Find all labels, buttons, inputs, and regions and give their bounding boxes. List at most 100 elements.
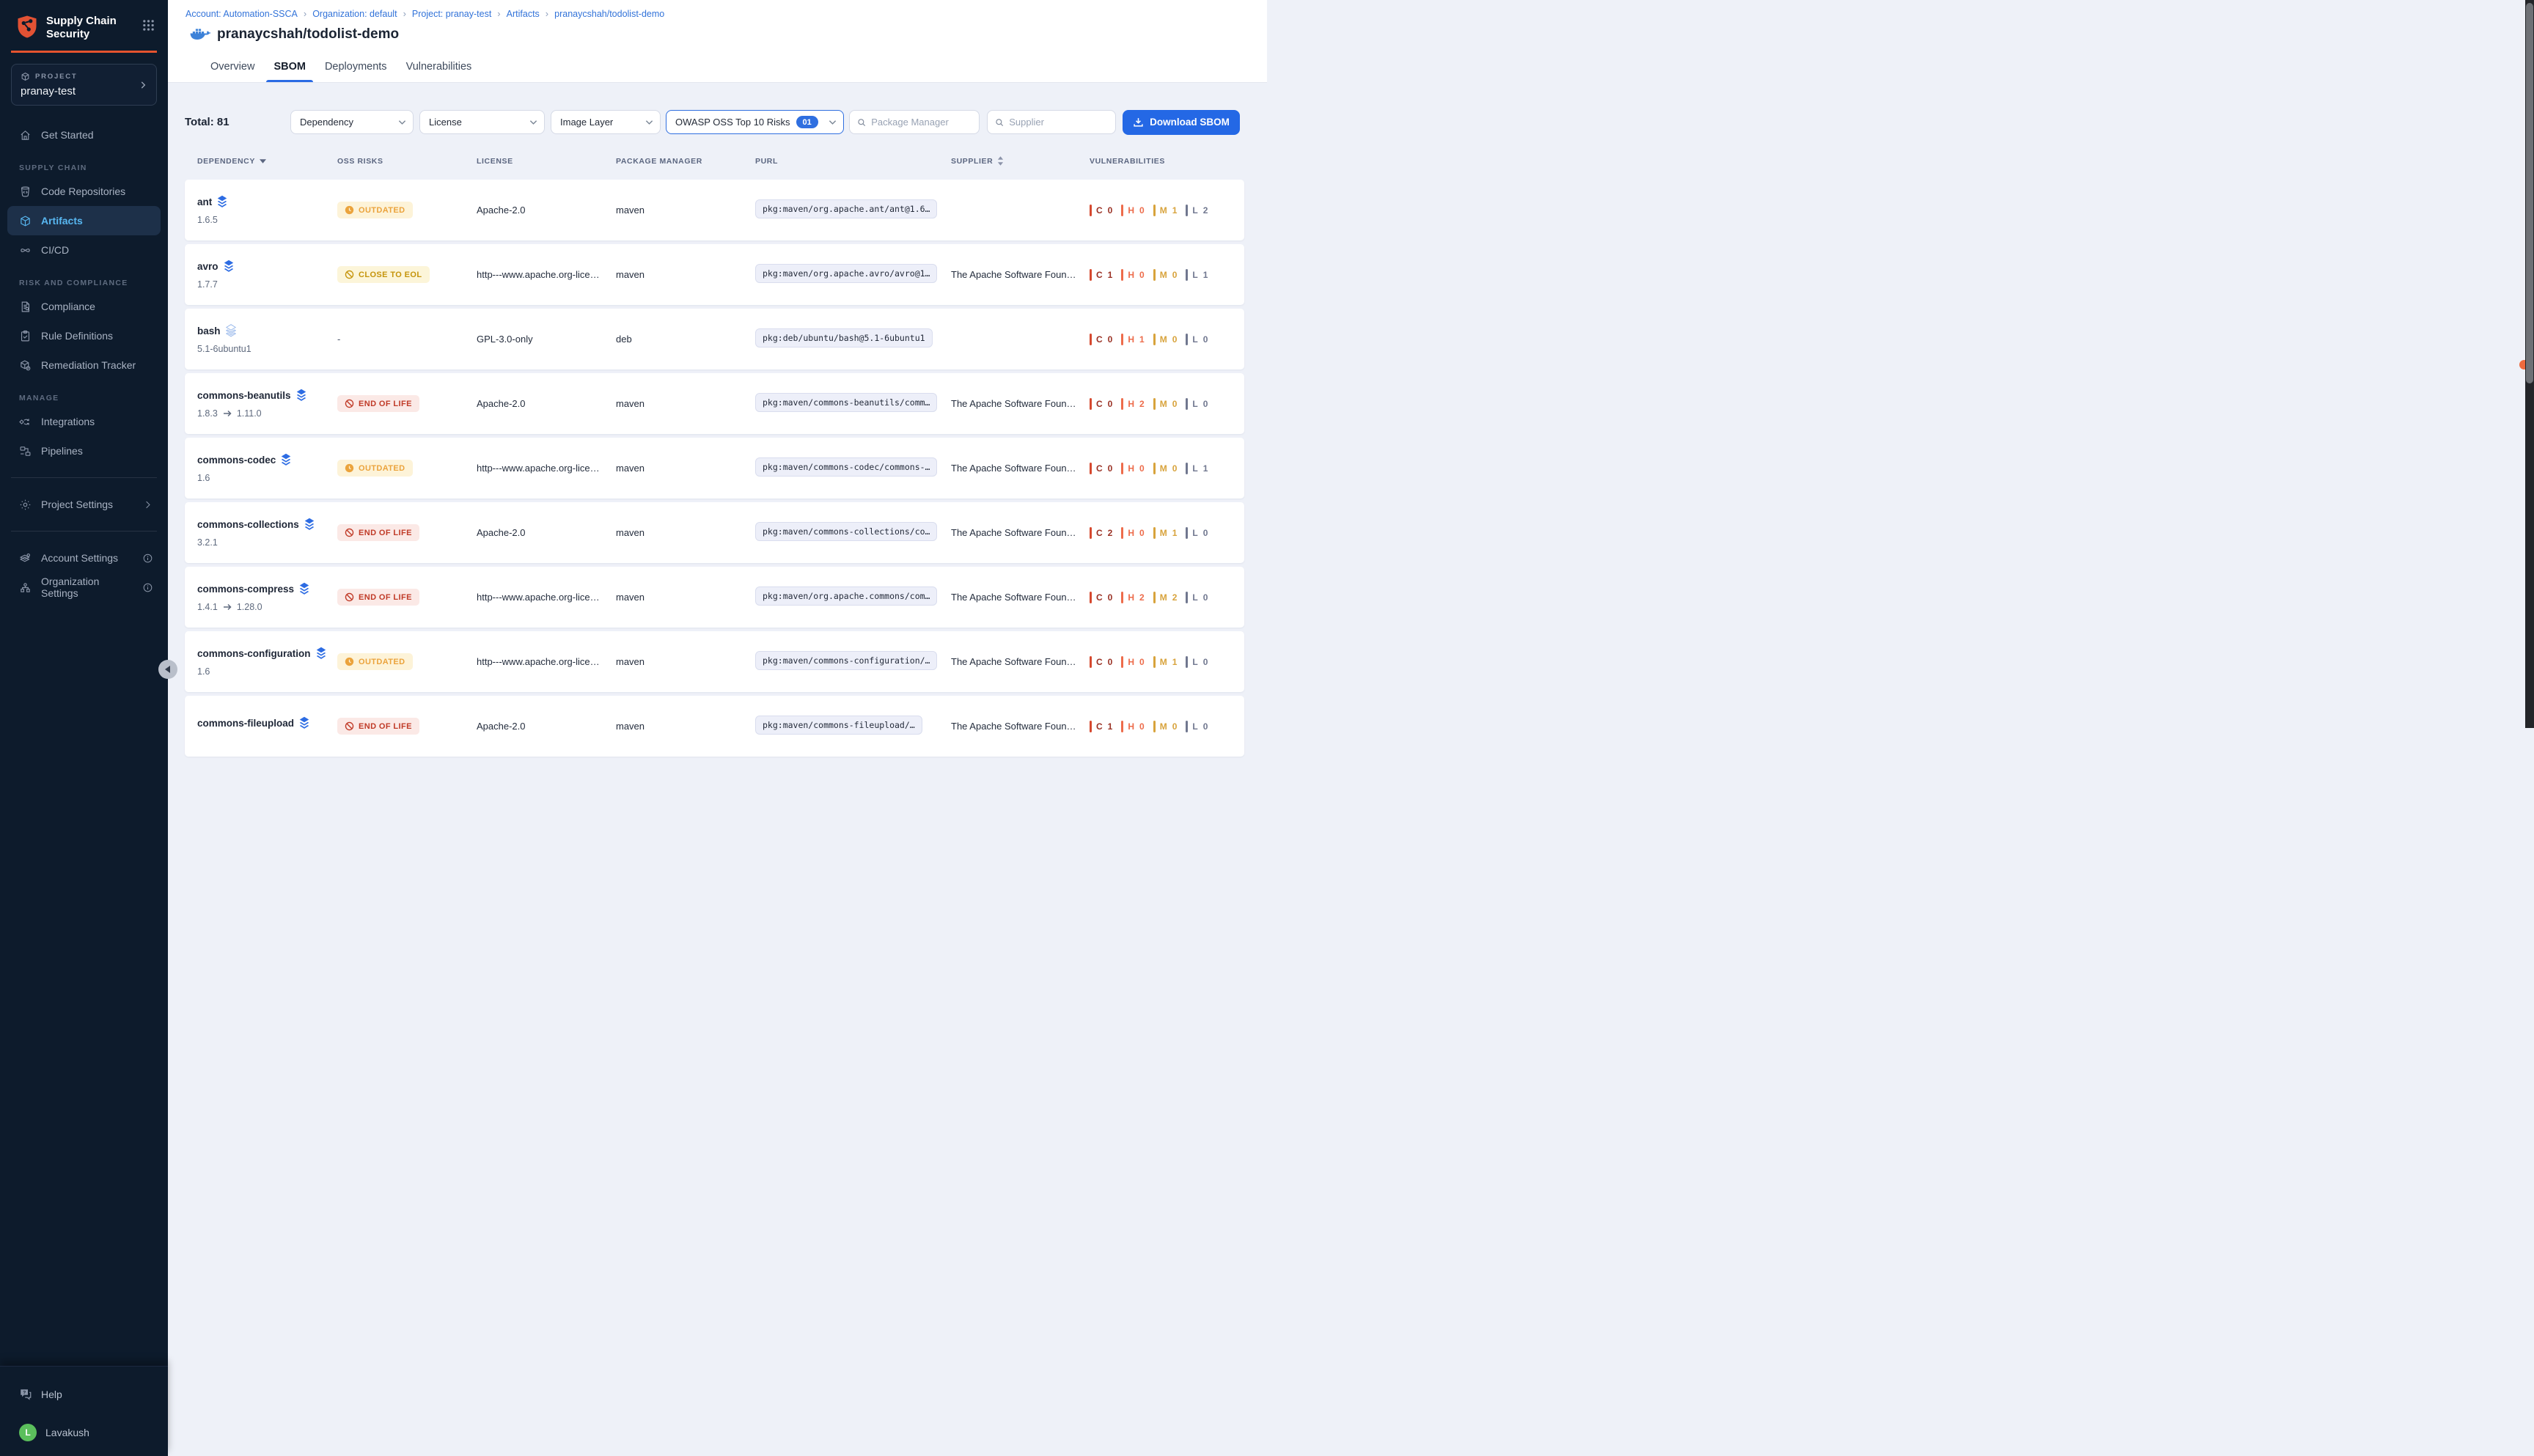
dependency-filter-dropdown[interactable]: Dependency bbox=[290, 110, 414, 134]
tab-overview[interactable]: Overview bbox=[210, 51, 254, 82]
high-bar bbox=[1121, 527, 1123, 539]
table-row[interactable]: commons-configuration 1.6 bbox=[185, 631, 1244, 692]
table-row[interactable]: commons-beanutils 1.8.3 bbox=[185, 373, 1244, 434]
sidebar-item-organization-settings[interactable]: Organization Settings bbox=[0, 573, 168, 602]
medium-bar bbox=[1153, 205, 1156, 216]
dependency-cell: ant 1.6.5 bbox=[197, 195, 337, 225]
purl-value[interactable]: pkg:maven/commons-fileupload/… bbox=[755, 716, 922, 735]
tab-deployments[interactable]: Deployments bbox=[325, 51, 387, 82]
project-box-icon bbox=[21, 72, 30, 81]
breadcrumb-account[interactable]: Account: Automation-SSCA bbox=[186, 9, 298, 19]
sidebar-item-remediation-tracker[interactable]: Remediation Tracker bbox=[0, 350, 168, 380]
sidebar-item-integrations[interactable]: Integrations bbox=[0, 407, 168, 436]
medium-count: M1 bbox=[1153, 656, 1178, 668]
info-icon[interactable] bbox=[142, 582, 153, 593]
info-icon[interactable] bbox=[142, 553, 153, 564]
purl-value[interactable]: pkg:maven/org.apache.commons/com… bbox=[755, 587, 937, 606]
vulnerabilities-cell: C0 H1 M0 L0 bbox=[1090, 334, 1244, 345]
oss-risk-label: CLOSE TO EOL bbox=[359, 271, 422, 279]
sidebar-item-get-started[interactable]: Get Started bbox=[0, 120, 168, 150]
breadcrumb-current[interactable]: pranaycshah/todolist-demo bbox=[554, 9, 664, 19]
user-menu[interactable]: L Lavakush bbox=[0, 1419, 168, 1446]
sidebar-item-pipelines[interactable]: Pipelines bbox=[0, 436, 168, 466]
critical-bar bbox=[1090, 269, 1092, 281]
sidebar-item-code-repositories[interactable]: Code Repositories bbox=[0, 177, 168, 206]
project-selector[interactable]: PROJECT pranay-test bbox=[11, 64, 157, 106]
medium-bar bbox=[1153, 527, 1156, 539]
low-bar bbox=[1186, 656, 1188, 668]
dependency-cell: commons-fileupload bbox=[197, 716, 337, 736]
tab-vulnerabilities[interactable]: Vulnerabilities bbox=[406, 51, 472, 82]
dependency-name: avro bbox=[197, 261, 218, 272]
oss-risk-badge: END OF LIFE bbox=[337, 395, 419, 412]
column-header-license: License bbox=[477, 156, 616, 166]
package-manager-cell: maven bbox=[616, 269, 755, 280]
license-filter-dropdown[interactable]: License bbox=[419, 110, 545, 134]
table-row[interactable]: commons-compress 1.4.1 bbox=[185, 567, 1244, 628]
sidebar-item-account-settings[interactable]: Account Settings bbox=[0, 543, 168, 573]
column-header-supplier[interactable]: Supplier bbox=[951, 156, 1090, 166]
table-row[interactable]: ant 1.6.5 bbox=[185, 180, 1244, 240]
breadcrumb-organization[interactable]: Organization: default bbox=[312, 9, 397, 19]
layers-icon bbox=[299, 716, 309, 729]
table-row[interactable]: commons-codec 1.6 bbox=[185, 438, 1244, 499]
app-switcher-icon[interactable] bbox=[142, 19, 155, 32]
breadcrumb-separator: › bbox=[403, 8, 406, 19]
sidebar-item-cicd[interactable]: CI/CD bbox=[0, 235, 168, 265]
table-row[interactable]: commons-collections 3.2.1 bbox=[185, 502, 1244, 563]
sidebar-item-project-settings[interactable]: Project Settings bbox=[0, 490, 168, 519]
table-row[interactable]: avro 1.7.7 bbox=[185, 244, 1244, 305]
column-header-dependency[interactable]: Dependency bbox=[197, 156, 337, 166]
sidebar-divider bbox=[11, 531, 157, 532]
purl-value[interactable]: pkg:deb/ubuntu/bash@5.1-6ubuntu1 bbox=[755, 328, 933, 348]
purl-value[interactable]: pkg:maven/org.apache.ant/ant@1.6… bbox=[755, 199, 937, 218]
table-row[interactable]: bash 5.1-6ubuntu1 bbox=[185, 309, 1244, 369]
purl-value[interactable]: pkg:maven/commons-beanutils/comm… bbox=[755, 393, 937, 412]
oss-risk-cell: OUTDATED bbox=[337, 202, 477, 218]
tab-sbom[interactable]: SBOM bbox=[273, 51, 306, 82]
package-manager-search-input[interactable] bbox=[871, 117, 972, 128]
purl-value[interactable]: pkg:maven/commons-codec/commons-… bbox=[755, 457, 937, 477]
oss-risk-badge: END OF LIFE bbox=[337, 718, 419, 735]
medium-bar bbox=[1153, 656, 1156, 668]
sidebar-item-rule-definitions[interactable]: Rule Definitions bbox=[0, 321, 168, 350]
low-count: L0 bbox=[1186, 527, 1208, 539]
purl-value[interactable]: pkg:maven/commons-configuration/… bbox=[755, 651, 937, 670]
critical-count: C1 bbox=[1090, 721, 1112, 732]
image-layer-filter-dropdown[interactable]: Image Layer bbox=[551, 110, 661, 134]
sidebar-collapse-button[interactable] bbox=[158, 660, 177, 679]
low-count: L1 bbox=[1186, 269, 1208, 281]
dependency-name: commons-collections bbox=[197, 519, 299, 530]
high-count: H1 bbox=[1121, 334, 1144, 345]
medium-count: M0 bbox=[1153, 334, 1178, 345]
help-button[interactable]: ? Help bbox=[0, 1380, 168, 1408]
scrollbar-thumb[interactable] bbox=[2526, 3, 2533, 383]
vertical-scrollbar[interactable] bbox=[2525, 0, 2534, 728]
sidebar-item-compliance[interactable]: Compliance bbox=[0, 292, 168, 321]
license-cell: Apache-2.0 bbox=[477, 398, 616, 409]
dependency-cell: commons-codec 1.6 bbox=[197, 453, 337, 483]
owasp-risks-filter-dropdown[interactable]: OWASP OSS Top 10 Risks 01 bbox=[666, 110, 844, 134]
breadcrumb-project[interactable]: Project: pranay-test bbox=[412, 9, 491, 19]
layers-icon bbox=[316, 647, 326, 660]
oss-risk-badge: CLOSE TO EOL bbox=[337, 266, 430, 283]
sidebar-item-artifacts[interactable]: Artifacts bbox=[7, 206, 161, 235]
oss-risk-cell: - bbox=[337, 334, 477, 345]
purl-value[interactable]: pkg:maven/org.apache.avro/avro@1… bbox=[755, 264, 937, 283]
oss-risk-cell: OUTDATED bbox=[337, 653, 477, 670]
breadcrumb-artifacts[interactable]: Artifacts bbox=[507, 9, 540, 19]
sidebar-footer: ? Help L Lavakush bbox=[0, 1366, 168, 1456]
medium-bar bbox=[1153, 592, 1156, 603]
project-label: PROJECT bbox=[35, 73, 77, 81]
download-sbom-button[interactable]: Download SBOM bbox=[1123, 110, 1240, 135]
critical-bar bbox=[1090, 656, 1092, 668]
vulnerabilities-cell: C0 H2 M2 L0 bbox=[1090, 592, 1244, 603]
supplier-search-input[interactable] bbox=[1009, 117, 1108, 128]
critical-count: C0 bbox=[1090, 398, 1112, 410]
layers-icon bbox=[281, 453, 291, 466]
circle-slash-icon bbox=[345, 721, 354, 731]
purl-value[interactable]: pkg:maven/commons-collections/co… bbox=[755, 522, 937, 541]
organization-gear-icon bbox=[19, 581, 32, 594]
table-row[interactable]: commons-fileupload bbox=[185, 696, 1244, 757]
critical-bar bbox=[1090, 527, 1092, 539]
